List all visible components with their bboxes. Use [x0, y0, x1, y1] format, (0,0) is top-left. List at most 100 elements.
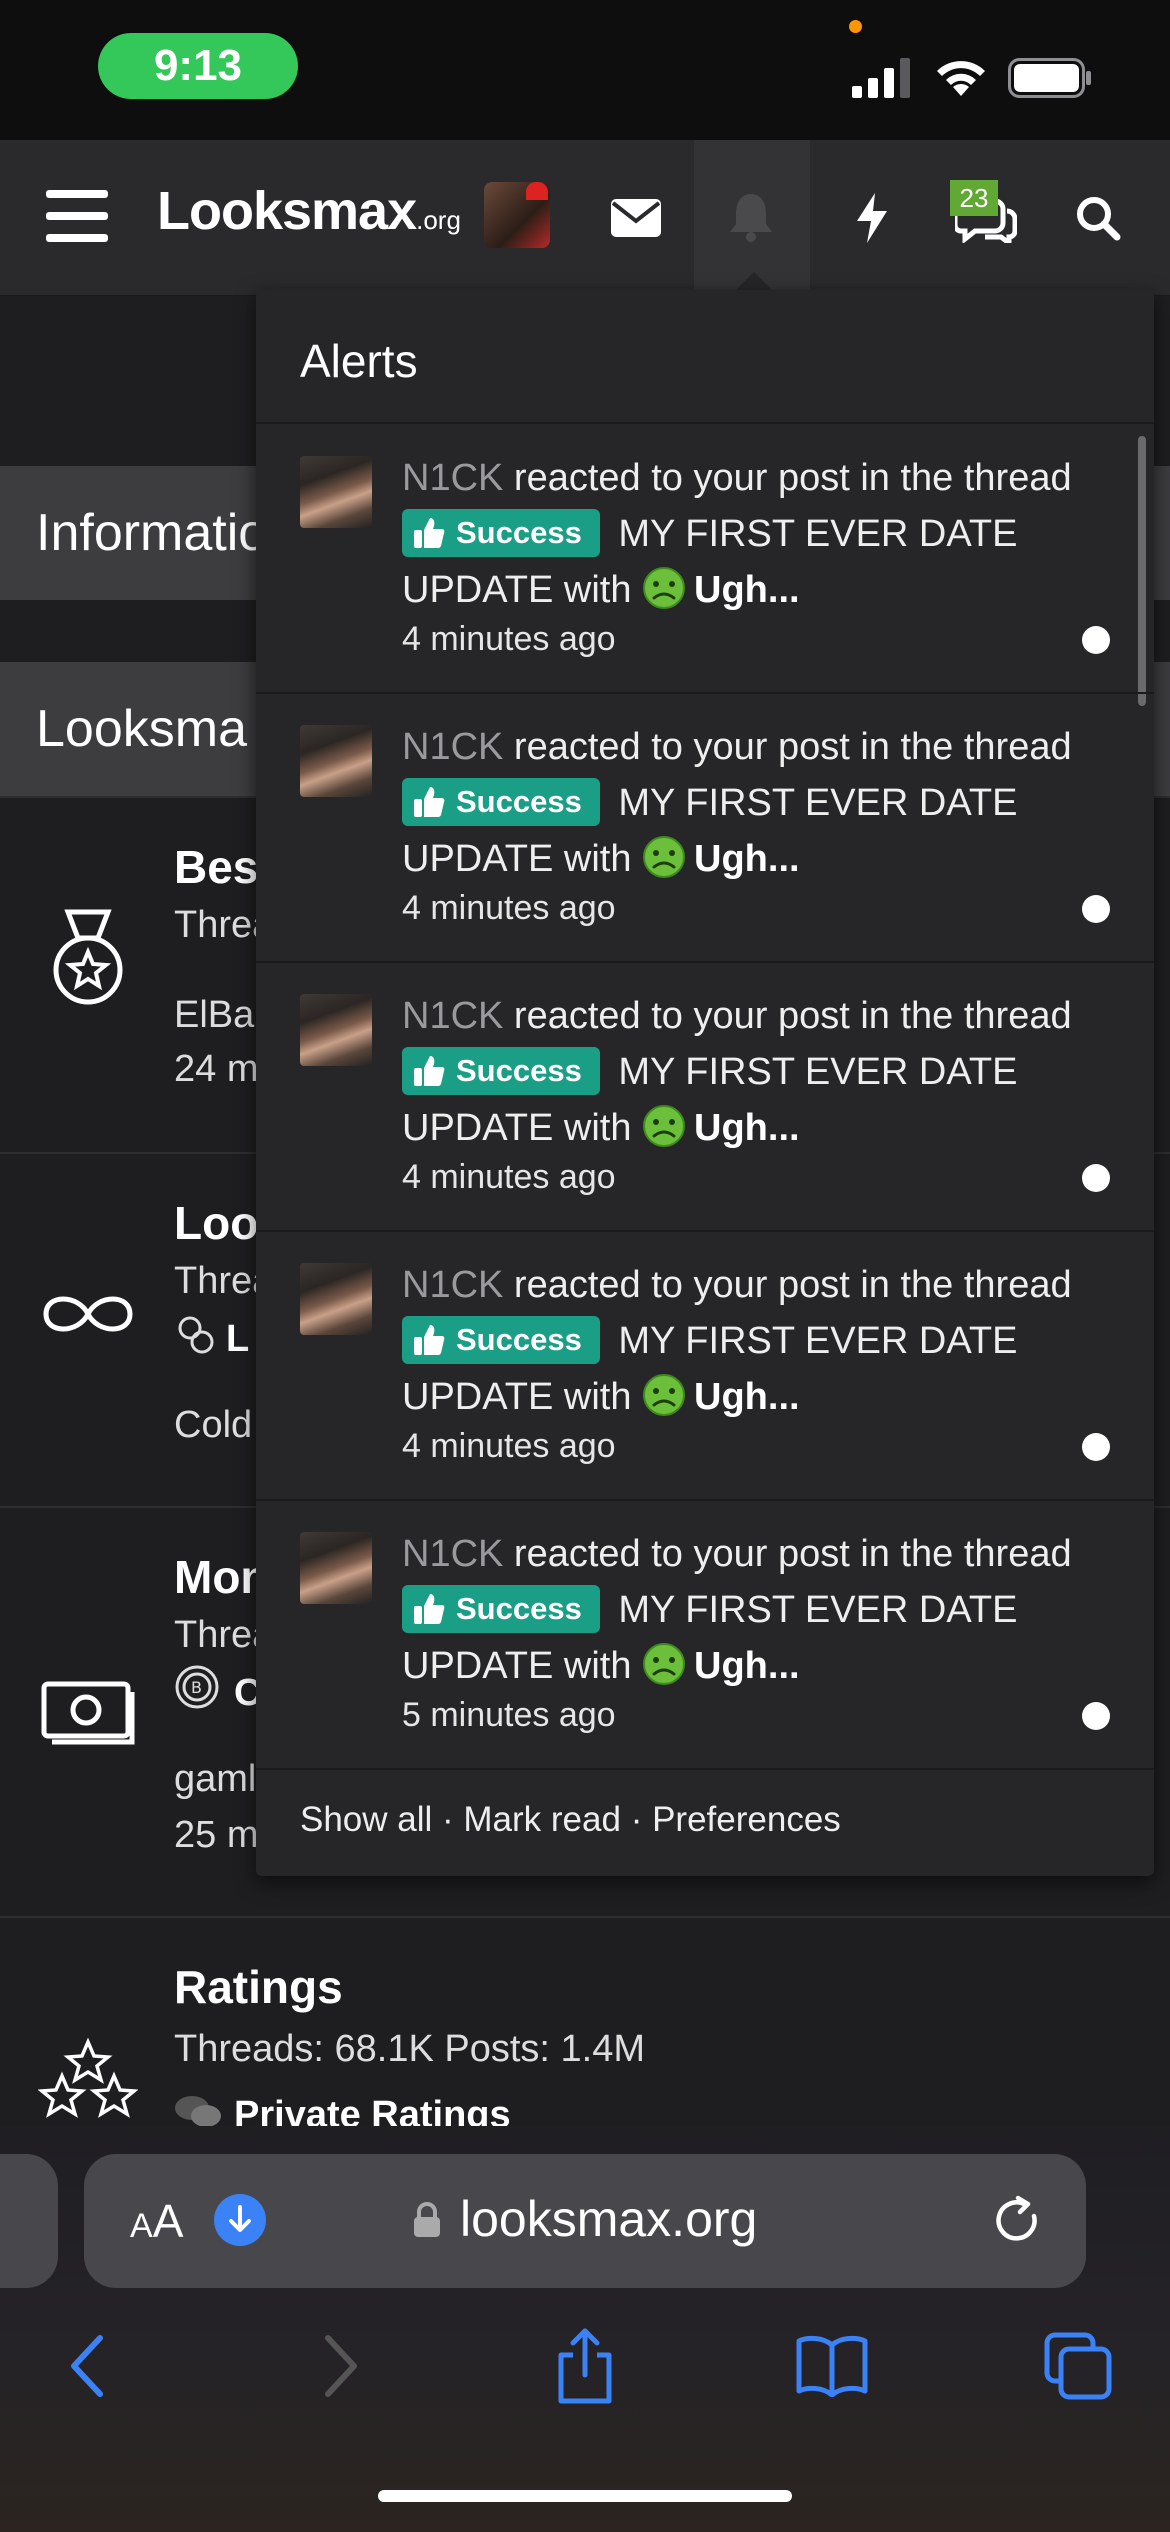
alert-username[interactable]: N1CK	[402, 1533, 503, 1575]
menu-icon[interactable]	[46, 190, 108, 242]
thread-prefix-badge: Success	[402, 1046, 600, 1095]
thread-prefix-badge: Success	[402, 508, 600, 557]
alert-text[interactable]: N1CK reacted to your post in the thread …	[402, 1526, 1122, 1694]
mark-read-dot[interactable]	[1082, 1433, 1110, 1461]
node-title[interactable]: Bes	[174, 840, 258, 894]
alert-user-avatar[interactable]	[300, 1263, 372, 1335]
thread-prefix-badge: Success	[402, 777, 600, 826]
cellular-signal-icon	[852, 58, 910, 98]
infinity-icon	[43, 1296, 133, 1332]
alert-item[interactable]: N1CK reacted to your post in the thread …	[256, 964, 1154, 1232]
url-text[interactable]: looksmax.org	[460, 2190, 757, 2248]
node-title[interactable]: Mon	[174, 1550, 269, 1604]
alert-reaction: Ugh...	[694, 1107, 800, 1149]
status-time[interactable]: 9:13	[98, 33, 298, 99]
alert-action: reacted to your post in the thread	[503, 995, 1072, 1037]
share-button[interactable]	[545, 2326, 625, 2406]
alert-item[interactable]: N1CK reacted to your post in the thread …	[256, 1502, 1154, 1770]
alert-item[interactable]: N1CK reacted to your post in the thread …	[256, 1233, 1154, 1501]
mark-read-dot[interactable]	[1082, 895, 1110, 923]
tabs-button[interactable]	[1038, 2326, 1118, 2406]
node-latest-user[interactable]: gaml	[174, 1758, 256, 1801]
chat-bubbles-icon	[175, 2096, 221, 2127]
alert-text[interactable]: N1CK reacted to your post in the thread …	[402, 1257, 1122, 1425]
lock-icon	[414, 2202, 440, 2237]
subforum-icon	[178, 1316, 214, 1354]
node-title[interactable]: Ratings	[174, 1960, 343, 2014]
alert-user-avatar[interactable]	[300, 456, 372, 528]
alert-user-avatar[interactable]	[300, 994, 372, 1066]
alert-text[interactable]: N1CK reacted to your post in the thread …	[402, 719, 1122, 887]
sick-face-emoji-icon	[643, 566, 686, 609]
thumbs-up-icon	[414, 1593, 445, 1624]
mail-icon[interactable]	[600, 180, 672, 256]
alert-time: 5 minutes ago	[402, 1696, 616, 1734]
back-button[interactable]	[48, 2326, 128, 2406]
alert-time: 4 minutes ago	[402, 1158, 616, 1196]
svg-text:B: B	[191, 1678, 202, 1697]
alerts-title: Alerts	[300, 335, 418, 387]
alert-with: with	[553, 1107, 643, 1149]
alert-user-avatar[interactable]	[300, 1532, 372, 1604]
status-bar: 9:13	[0, 0, 1170, 140]
sick-face-emoji-icon	[643, 1104, 686, 1147]
alerts-footer: Show all · Mark read · Preferences	[300, 1800, 841, 1840]
alert-text[interactable]: N1CK reacted to your post in the thread …	[402, 450, 1122, 618]
forward-button[interactable]	[300, 2326, 380, 2406]
show-all-link[interactable]: Show all	[300, 1800, 432, 1839]
browser-bottom-bar: AA looksmax.org	[0, 2126, 1170, 2532]
mark-read-dot[interactable]	[1082, 1164, 1110, 1192]
sick-face-emoji-icon	[643, 1373, 686, 1416]
home-indicator[interactable]	[378, 2490, 792, 2502]
site-logo[interactable]: Looksmax.org	[157, 180, 461, 242]
address-bar[interactable]: AA looksmax.org	[84, 2154, 1086, 2288]
mark-read-dot[interactable]	[1082, 626, 1110, 654]
alert-text[interactable]: N1CK reacted to your post in the thread …	[402, 988, 1122, 1156]
thread-prefix-label: Success	[456, 1052, 582, 1088]
bitcoin-icon: B	[175, 1665, 219, 1709]
alert-username[interactable]: N1CK	[402, 726, 503, 768]
lightning-icon[interactable]	[836, 180, 908, 256]
separator: ·	[620, 1800, 653, 1839]
reader-options-button[interactable]: AA	[130, 2194, 183, 2248]
alert-username[interactable]: N1CK	[402, 995, 503, 1037]
chevron-left-icon	[71, 2335, 103, 2397]
forum-node-ratings[interactable]: Ratings Threads: 68.1K Posts: 1.4M Priva…	[0, 1916, 1170, 2136]
node-latest-user[interactable]: Cold	[174, 1404, 252, 1447]
separator: ·	[432, 1800, 464, 1839]
previous-tab-stub[interactable]	[0, 2154, 58, 2288]
alert-username[interactable]: N1CK	[402, 1264, 503, 1306]
user-avatar[interactable]	[484, 182, 550, 248]
alert-username[interactable]: N1CK	[402, 457, 503, 499]
thread-prefix-label: Success	[456, 1590, 582, 1626]
forum-header: Looksmax.org 23	[0, 140, 1170, 296]
thread-prefix-label: Success	[456, 1321, 582, 1357]
alert-user-avatar[interactable]	[300, 725, 372, 797]
alert-action: reacted to your post in the thread	[503, 1533, 1072, 1575]
alert-item[interactable]: N1CK reacted to your post in the thread …	[256, 426, 1154, 694]
mark-read-dot[interactable]	[1082, 1702, 1110, 1730]
thumbs-up-icon	[414, 1055, 445, 1086]
reload-icon[interactable]	[990, 2194, 1044, 2248]
privacy-indicator-dot	[849, 20, 862, 33]
alert-action: reacted to your post in the thread	[503, 726, 1072, 768]
node-subforum[interactable]: L	[226, 1318, 249, 1361]
alert-time: 4 minutes ago	[402, 620, 616, 658]
alert-action: reacted to your post in the thread	[503, 1264, 1072, 1306]
money-icon	[41, 1681, 135, 1745]
thread-prefix-badge: Success	[402, 1315, 600, 1364]
alert-reaction: Ugh...	[694, 569, 800, 611]
search-icon[interactable]	[1062, 180, 1134, 256]
node-title[interactable]: Loo	[174, 1196, 258, 1250]
alert-with: with	[553, 1376, 643, 1418]
thumbs-up-icon	[414, 517, 445, 548]
node-latest-user[interactable]: ElBa	[174, 994, 254, 1037]
mark-read-link[interactable]: Mark read	[463, 1800, 621, 1839]
download-icon[interactable]	[214, 2194, 266, 2246]
preferences-link[interactable]: Preferences	[652, 1800, 841, 1839]
alert-with: with	[553, 569, 643, 611]
alert-time: 4 minutes ago	[402, 889, 616, 927]
battery-icon	[1008, 58, 1091, 98]
bookmarks-button[interactable]	[792, 2326, 872, 2406]
alert-item[interactable]: N1CK reacted to your post in the thread …	[256, 695, 1154, 963]
